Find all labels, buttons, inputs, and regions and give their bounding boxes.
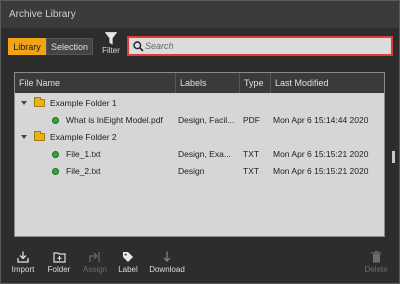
import-label: Import: [11, 265, 35, 274]
search-box: [127, 36, 393, 56]
expand-arrow-icon[interactable]: [21, 101, 27, 105]
folder-row[interactable]: Example Folder 2: [15, 129, 384, 146]
column-header-type[interactable]: Type: [240, 73, 271, 93]
file-name: File_1.txt: [66, 149, 101, 159]
table-body: Example Folder 1 What is InEight Model.p…: [15, 95, 384, 180]
column-header-file-name[interactable]: File Name: [15, 73, 176, 93]
file-labels: Design, Facil...: [178, 115, 235, 125]
file-name: File_2.txt: [66, 166, 101, 176]
file-labels: Design, Exa...: [178, 149, 231, 159]
folder-row[interactable]: Example Folder 1: [15, 95, 384, 112]
file-type: TXT: [243, 149, 260, 159]
download-icon: [163, 251, 171, 262]
file-list: File Name Labels Type Last Modified Exam…: [14, 72, 385, 237]
search-icon: [133, 41, 144, 52]
archive-library-window: Archive Library Library Selection Filter…: [0, 0, 400, 284]
search-input[interactable]: [145, 39, 385, 53]
file-name: What is InEight Model.pdf: [66, 115, 163, 125]
import-icon: [17, 251, 29, 263]
label-label: Label: [118, 265, 138, 274]
action-bar: Import Folder Assign Label Download Dele…: [1, 247, 399, 283]
download-label: Download: [149, 265, 185, 274]
folder-icon: [34, 131, 45, 141]
column-header-last-modified[interactable]: Last Modified: [271, 73, 384, 93]
file-type: PDF: [243, 115, 260, 125]
file-labels: Design: [178, 166, 205, 176]
filter-label: Filter: [102, 46, 120, 55]
status-dot-icon: [52, 117, 59, 124]
new-folder-icon: [52, 252, 66, 263]
delete-label: Delete: [364, 265, 388, 274]
filter-icon: [105, 32, 117, 45]
folder-icon: [34, 97, 45, 107]
table-header: File Name Labels Type Last Modified: [15, 73, 384, 93]
assign-button[interactable]: Assign: [79, 251, 111, 281]
tag-icon: [123, 252, 133, 262]
file-modified: Mon Apr 6 15:14:44 2020: [273, 115, 369, 125]
label-button[interactable]: Label: [114, 251, 142, 281]
status-dot-icon: [52, 168, 59, 175]
library-tab[interactable]: Library: [8, 38, 46, 55]
assign-label: Assign: [82, 265, 107, 274]
assign-icon: [89, 252, 100, 262]
file-row[interactable]: What is InEight Model.pdf Design, Facil.…: [15, 112, 384, 129]
download-button[interactable]: Download: [145, 251, 189, 281]
import-button[interactable]: Import: [7, 251, 39, 281]
file-modified: Mon Apr 6 15:15:21 2020: [273, 149, 369, 159]
expand-arrow-icon[interactable]: [21, 135, 27, 139]
file-modified: Mon Apr 6 15:15:21 2020: [273, 166, 369, 176]
scrollbar-thumb[interactable]: [392, 151, 395, 163]
file-row[interactable]: File_2.txt Design TXT Mon Apr 6 15:15:21…: [15, 163, 384, 180]
file-row[interactable]: File_1.txt Design, Exa... TXT Mon Apr 6 …: [15, 146, 384, 163]
window-title: Archive Library: [1, 1, 399, 28]
file-type: TXT: [243, 166, 260, 176]
column-header-labels[interactable]: Labels: [176, 73, 240, 93]
filter-button[interactable]: Filter: [98, 31, 124, 61]
trash-icon: [371, 251, 381, 263]
delete-button[interactable]: Delete: [361, 251, 391, 281]
folder-name: Example Folder 2: [50, 132, 117, 142]
new-folder-button[interactable]: Folder: [43, 251, 75, 281]
status-dot-icon: [52, 151, 59, 158]
folder-name: Example Folder 1: [50, 98, 117, 108]
toolbar: Library Selection Filter: [1, 28, 399, 66]
selection-tab[interactable]: Selection: [46, 38, 93, 55]
folder-label: Folder: [47, 265, 71, 274]
